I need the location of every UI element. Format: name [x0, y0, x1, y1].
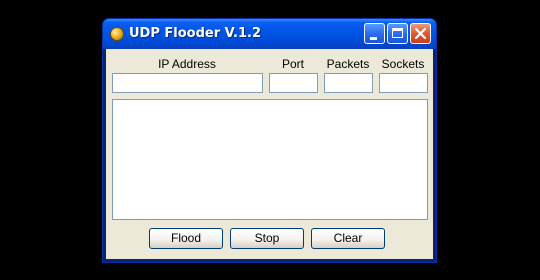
log-output[interactable]: [112, 99, 428, 220]
close-button[interactable]: [410, 23, 431, 44]
packets-input[interactable]: [324, 73, 373, 93]
minimize-icon: [370, 37, 377, 40]
client-area: IP Address Port Packets Sockets Flood St…: [106, 49, 433, 259]
maximize-button[interactable]: [387, 23, 408, 44]
app-window: UDP Flooder V.1.2 IP Address Port Packet…: [102, 18, 437, 263]
flood-button[interactable]: Flood: [149, 228, 223, 249]
sockets-input[interactable]: [379, 73, 428, 93]
maximize-icon: [392, 28, 403, 38]
stop-button[interactable]: Stop: [230, 228, 304, 249]
port-label: Port: [281, 57, 304, 71]
close-icon: [414, 27, 427, 40]
sockets-label: Sockets: [381, 57, 425, 71]
title-bar[interactable]: UDP Flooder V.1.2: [103, 19, 436, 49]
packets-label: Packets: [326, 57, 370, 71]
ip-address-label: IP Address: [158, 57, 216, 71]
ip-address-input[interactable]: [112, 73, 263, 93]
port-input[interactable]: [269, 73, 318, 93]
app-orb-icon: [111, 28, 123, 40]
clear-button[interactable]: Clear: [311, 228, 385, 249]
window-title: UDP Flooder V.1.2: [129, 26, 262, 41]
minimize-button[interactable]: [364, 23, 385, 44]
